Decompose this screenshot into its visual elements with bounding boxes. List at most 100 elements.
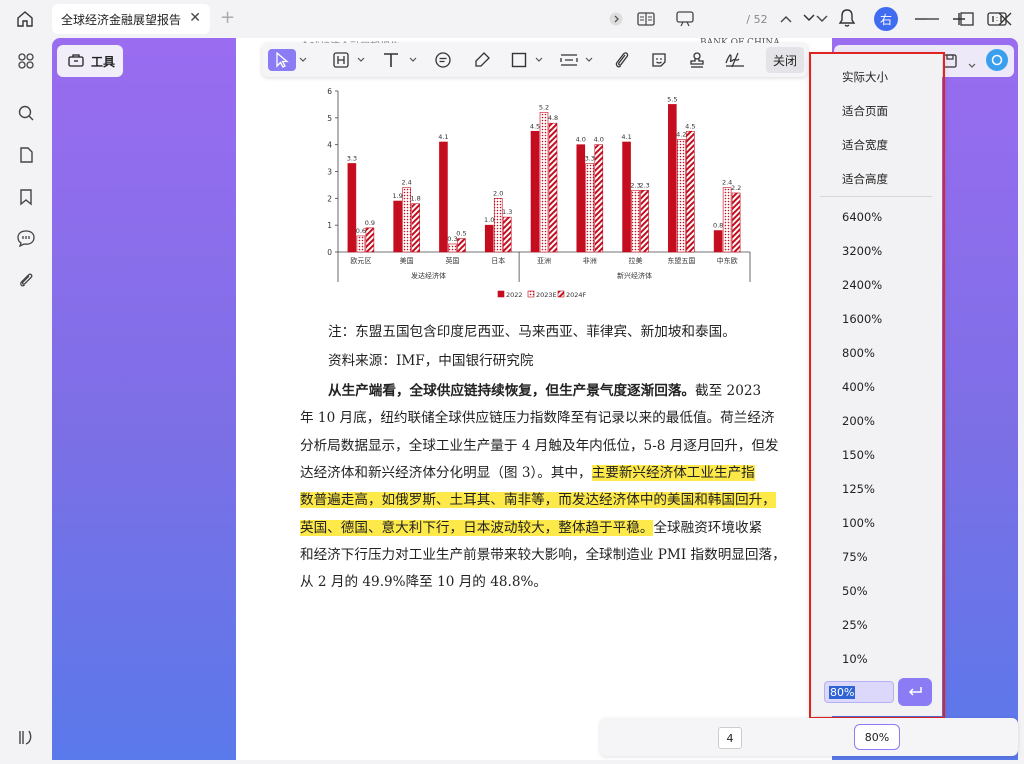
legend-label: 2023E [536,291,557,299]
bookmark-icon[interactable] [15,186,37,208]
paragraph-line-2: 年 10 月底，纽约联储全球供应链压力指数降至有记录以来的最低值。荷兰经济 [300,410,775,426]
previous-page-icon[interactable] [778,9,794,29]
bar-2023E [539,112,549,253]
close-tab-icon[interactable]: ✕ [189,10,201,26]
rectangle-tool-icon[interactable] [508,49,530,71]
measure-tool-icon[interactable] [558,49,580,71]
paragraph-line-1: 从生产端看，全球供应链持续恢复，但生产景气度逐渐回落。截至 2023 [328,381,761,401]
bar-2023E [448,243,457,253]
para-bold-text: 从生产端看，全球供应链持续恢复，但生产景气度逐渐回落。 [328,383,696,399]
paragraph-line-6: 英国、德国、意大利下行，日本波动较大，整体趋于平稳。全球融资环境收紧 [300,518,762,538]
grid-icon[interactable] [15,50,37,72]
y-tick-label: 2 [327,194,332,203]
chevron-down-icon[interactable] [298,49,308,71]
bar-2022 [576,144,586,253]
category-label: 亚洲 [537,257,551,265]
text-box-icon[interactable] [330,49,352,71]
search-icon[interactable] [15,102,37,124]
avatar[interactable]: 右 [874,7,898,31]
group-label: 新兴经济体 [617,271,652,280]
comment-icon[interactable] [15,227,37,249]
zoom-level-box[interactable]: 80% [854,724,900,750]
category-label: 非洲 [583,256,597,265]
bar-2022 [622,141,631,253]
data-label: 0.6 [356,227,366,235]
data-label: 4.5 [530,122,540,130]
reading-mode-icon[interactable] [636,9,656,29]
category-label: 美国 [400,256,414,265]
ai-assistant-icon[interactable] [986,49,1008,71]
sidebar-toggle-icon[interactable] [15,726,37,748]
chevron-down-icon[interactable] [968,55,976,74]
bar-2022 [439,141,448,253]
para-line1-tail: 截至 2023 [695,383,762,399]
data-label: 1.8 [410,195,420,203]
data-label: 4.2 [676,130,686,138]
highlighter-icon[interactable] [471,49,493,71]
zoom-in-icon[interactable] [950,9,968,29]
bar-2023E [722,187,732,253]
attachment-icon[interactable] [15,269,37,291]
data-label: 2.3 [639,181,649,189]
paragraph-line-7: 和经济下行压力对工业生产前景带来较大影响，全球制造业 PMI 指数明显回落， [300,547,786,563]
legend-label: 2024F [566,291,587,299]
bar-2024F [365,227,375,253]
stamp-icon[interactable] [686,49,708,71]
chevron-down-icon[interactable] [408,49,418,71]
data-label: 2.4 [401,179,411,187]
zoom-out-icon[interactable] [912,9,930,29]
category-label: 拉美 [629,256,643,265]
legend-swatch [497,290,505,298]
category-label: 英国 [445,256,459,265]
data-label: 3.3 [585,154,595,162]
signature-icon[interactable] [722,49,748,71]
text-tool-icon[interactable] [380,49,402,71]
bar-2024F [548,122,558,253]
tools-button[interactable]: 工具 [57,45,123,77]
page-icon[interactable] [15,144,37,166]
sticker-icon[interactable] [648,49,670,71]
zoom-menu-highlight-box [809,52,945,719]
next-page-icon[interactable] [814,9,830,29]
new-tab-icon[interactable]: + [220,7,235,28]
data-label: 1.3 [502,208,512,216]
bar-2022 [393,200,402,253]
data-label: 3.3 [347,154,357,162]
comment-tool-icon[interactable] [432,49,454,71]
category-label: 东盟五国 [667,256,695,265]
select-tool-icon[interactable] [268,49,296,71]
document-tab[interactable]: 全球经济金融展望报告 ✕ [52,4,210,34]
actual-size-icon[interactable] [986,9,1008,29]
home-icon[interactable] [12,7,38,31]
annotation-toolbar: 关闭 [262,43,808,77]
bar-2022 [530,130,540,253]
chart-note: 注：东盟五国包含印度尼西亚、马来西亚、菲律宾、新加坡和泰国。 [328,324,736,340]
collapse-arrow-icon[interactable] [608,9,624,29]
current-page-input[interactable]: 4 [718,727,742,749]
attach-tool-icon[interactable] [611,49,633,71]
chevron-down-icon[interactable] [584,49,594,71]
bottom-navigation-bar [600,718,1018,756]
highlight-text[interactable]: 主要新兴经济体工业生产指 [591,465,755,481]
category-label: 中东欧 [717,256,738,265]
data-label: 4.0 [576,136,586,144]
legend-swatch [527,290,535,298]
presentation-icon[interactable] [674,9,696,29]
bell-icon[interactable] [838,8,856,32]
highlight-text[interactable]: 数普遍走高，如俄罗斯、土耳其、南非等，而发达经济体中的美国和韩国回升， [300,492,776,508]
close-toolbar-button[interactable]: 关闭 [766,47,804,73]
data-label: 4.1 [621,133,631,141]
data-label: 4.1 [438,133,448,141]
bar-2024F [594,144,604,253]
para-line6-tail: 全球融资环境收紧 [653,520,763,536]
bar-chart: 01234563.30.60.9欧元区1.92.41.8美国4.10.30.5英… [327,87,751,299]
highlight-text[interactable]: 英国、德国、意大利下行，日本波动较大，整体趋于平稳。 [300,520,654,536]
data-label: 4.5 [685,122,695,130]
bar-2023E [493,198,503,253]
bar-2023E [631,189,640,253]
chevron-down-icon[interactable] [356,49,366,71]
data-label: 5.5 [667,95,677,103]
category-label: 日本 [491,256,505,265]
paragraph-line-5: 数普遍走高，如俄罗斯、土耳其、南非等，而发达经济体中的美国和韩国回升， [300,490,776,510]
chevron-down-icon[interactable] [534,49,544,71]
